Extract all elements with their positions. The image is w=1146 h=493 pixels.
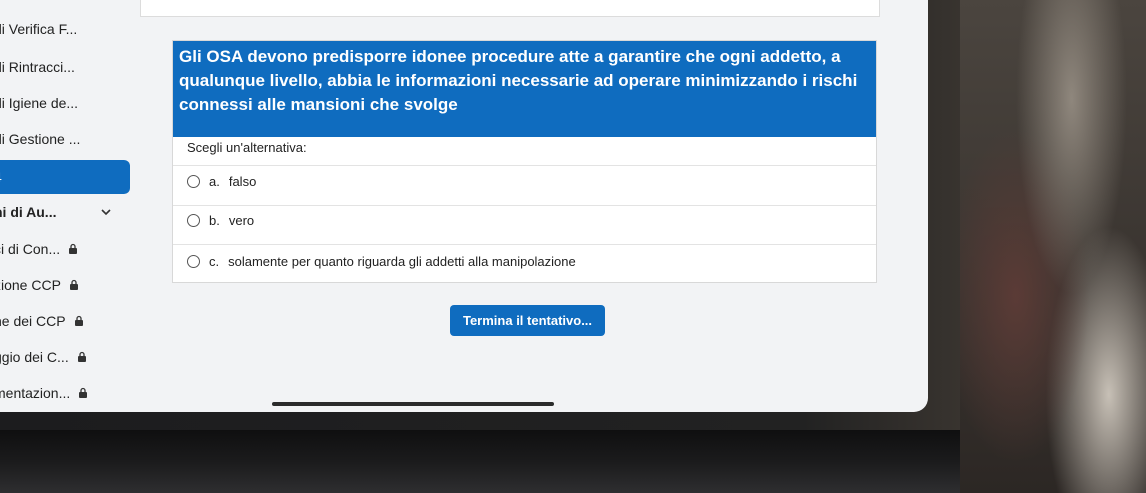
sidebar-item-label: di Verifica F... — [0, 21, 78, 37]
lock-icon — [74, 315, 83, 326]
radio-button[interactable] — [187, 174, 200, 188]
sidebar-item-label: mentazion... — [0, 385, 71, 401]
sidebar-item-igiene[interactable]: di Igiene de... — [0, 87, 130, 119]
sidebar-item-section[interactable]: ni di Au... — [0, 196, 130, 228]
sidebar-item-gestione[interactable]: di Gestione ... — [0, 123, 130, 155]
top-panel-edge — [140, 0, 880, 17]
lock-icon — [69, 243, 78, 254]
background-scene — [960, 0, 1146, 493]
sidebar-item-controllo[interactable]: ci di Con... — [0, 233, 130, 265]
sidebar-item-label: ci di Con... — [0, 241, 61, 257]
sidebar-item-label: ggio dei C... — [0, 349, 69, 365]
sidebar-item-rintracci[interactable]: di Rintracci... — [0, 51, 130, 83]
radio-button[interactable] — [187, 254, 200, 268]
tablet-screen: di Verifica F... di Rintracci... di Igie… — [0, 0, 928, 412]
lock-icon — [69, 279, 78, 290]
radio-button[interactable] — [187, 213, 200, 227]
option-text: solamente per quanto riguarda gli addett… — [228, 253, 576, 269]
option-letter: c. — [209, 253, 220, 269]
option-letter: a. — [209, 173, 220, 189]
lock-icon — [79, 387, 88, 398]
answer-prompt: Scegli un'alternativa: — [187, 140, 307, 155]
sidebar-item-label: di Rintracci... — [0, 59, 75, 75]
sidebar-item-ccp[interactable]: zione CCP — [0, 269, 130, 301]
divider — [173, 205, 876, 206]
sidebar-item-label: ne dei CCP — [0, 313, 66, 329]
divider — [173, 244, 876, 245]
sidebar-item-label: di Igiene de... — [0, 95, 79, 111]
chevron-down-icon[interactable] — [100, 206, 112, 218]
home-indicator[interactable] — [272, 402, 554, 406]
answer-option-b[interactable]: b. vero — [187, 210, 254, 230]
sidebar-item-label: di Gestione ... — [0, 131, 81, 147]
sidebar-item-documentazione[interactable]: mentazion... — [0, 377, 130, 409]
lock-icon — [77, 351, 86, 362]
course-index-sidebar: di Verifica F... di Rintracci... di Igie… — [0, 0, 130, 412]
sidebar-item-dei-ccp[interactable]: ne dei CCP — [0, 305, 130, 337]
answer-option-c[interactable]: c. solamente per quanto riguarda gli add… — [187, 251, 576, 271]
sidebar-item-label: 4 — [0, 169, 2, 185]
device-case-edge — [0, 430, 960, 493]
answer-option-a[interactable]: a. falso — [187, 171, 256, 191]
option-text: falso — [228, 173, 257, 189]
divider — [173, 165, 876, 166]
sidebar-item-label: zione CCP — [0, 277, 61, 293]
sidebar-item-current[interactable]: 4 — [0, 160, 130, 194]
option-text: vero — [228, 212, 255, 228]
question-text: Gli OSA devono predisporre idonee proced… — [173, 41, 876, 137]
sidebar-item-monitoraggio[interactable]: ggio dei C... — [0, 341, 130, 373]
sidebar-item-verifica[interactable]: di Verifica F... — [0, 13, 130, 45]
sidebar-item-label: ni di Au... — [0, 204, 57, 220]
option-letter: b. — [209, 212, 220, 228]
finish-attempt-button[interactable]: Termina il tentativo... — [450, 305, 605, 336]
question-card: Gli OSA devono predisporre idonee proced… — [172, 40, 877, 283]
